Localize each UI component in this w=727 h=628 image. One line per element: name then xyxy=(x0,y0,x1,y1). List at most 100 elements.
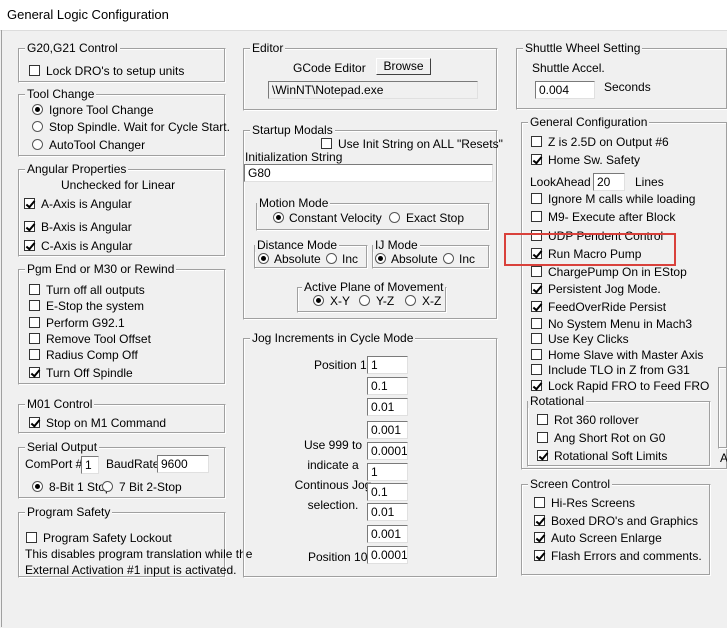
gcode-editor-label: GCode Editor xyxy=(293,61,366,75)
turn-off-spindle-checkbox[interactable] xyxy=(29,367,40,378)
lock-rapid-fro-checkbox[interactable] xyxy=(531,380,542,391)
jog-position-7[interactable]: 0.1 xyxy=(367,483,408,501)
jog-position-8[interactable]: 0.01 xyxy=(367,503,408,521)
flash-errors-checkbox[interactable] xyxy=(534,550,545,561)
turn-off-outputs-label: Turn off all outputs xyxy=(46,283,145,297)
home-safety-checkbox[interactable] xyxy=(531,154,542,165)
window-title: General Logic Configuration xyxy=(7,7,169,22)
jog-position-9[interactable]: 0.001 xyxy=(367,525,408,543)
constant-velocity-radio[interactable] xyxy=(273,212,284,223)
include-tlo-checkbox[interactable] xyxy=(531,364,542,375)
ang-short-rot-checkbox[interactable] xyxy=(537,432,548,443)
comport-field[interactable]: 1 xyxy=(81,456,99,474)
safety-desc-line1: This disables program translation while … xyxy=(25,547,253,561)
jog-position-3[interactable]: 0.01 xyxy=(367,398,408,416)
jog-help-line3: Continous Jog xyxy=(294,478,372,492)
home-slave-checkbox[interactable] xyxy=(531,349,542,360)
init-string-field[interactable]: G80 xyxy=(244,164,493,182)
ang-short-rot-label: Ang Short Rot on G0 xyxy=(554,431,666,445)
lookahead-field[interactable]: 20 xyxy=(593,173,625,191)
use-init-checkbox[interactable] xyxy=(321,138,332,149)
plane-xz-label: X-Z xyxy=(422,294,442,308)
chargepump-estop-checkbox[interactable] xyxy=(531,266,542,277)
home-slave-label: Home Slave with Master Axis xyxy=(548,348,704,362)
seconds-label: Seconds xyxy=(604,80,651,94)
browse-button[interactable]: Browse xyxy=(376,58,431,75)
ignore-tool-change-label: Ignore Tool Change xyxy=(49,103,154,117)
no-system-menu-label: No System Menu in Mach3 xyxy=(548,317,693,331)
lines-label: Lines xyxy=(635,175,664,189)
lock-dro-checkbox[interactable] xyxy=(29,65,40,76)
c-axis-checkbox[interactable] xyxy=(24,240,35,251)
stop-spindle-radio[interactable] xyxy=(32,121,43,132)
stop-m1-checkbox[interactable] xyxy=(29,417,40,428)
remove-tool-offset-checkbox[interactable] xyxy=(29,333,40,344)
plane-xz-radio[interactable] xyxy=(405,295,416,306)
ij-inc-radio[interactable] xyxy=(443,253,454,264)
auto-enlarge-checkbox[interactable] xyxy=(534,532,545,543)
title-bar: General Logic Configuration xyxy=(0,0,727,31)
estop-system-label: E-Stop the system xyxy=(46,299,145,313)
autotool-changer-radio[interactable] xyxy=(32,139,43,150)
z25d-label: Z is 2.5D on Output #6 xyxy=(548,135,669,149)
flash-errors-label: Flash Errors and comments. xyxy=(551,549,702,563)
constant-velocity-label: Constant Velocity xyxy=(289,211,382,225)
ignore-m-calls-checkbox[interactable] xyxy=(531,193,542,204)
jog-position-1[interactable]: 1 xyxy=(367,356,408,374)
jog-position-2[interactable]: 0.1 xyxy=(367,377,408,395)
use-key-clicks-checkbox[interactable] xyxy=(531,333,542,344)
plane-xy-label: X-Y xyxy=(330,294,351,308)
editor-legend: Editor xyxy=(250,41,286,55)
comport-label: ComPort # xyxy=(25,457,83,471)
active-plane-legend: Active Plane of Movement xyxy=(302,280,446,294)
jog-position-5[interactable]: 0.0001 xyxy=(367,442,408,460)
exact-stop-radio[interactable] xyxy=(389,212,400,223)
turn-off-outputs-checkbox[interactable] xyxy=(29,284,40,295)
rot-soft-limits-checkbox[interactable] xyxy=(537,450,548,461)
boxed-dro-checkbox[interactable] xyxy=(534,515,545,526)
persistent-jog-checkbox[interactable] xyxy=(531,283,542,294)
plane-xy-radio[interactable] xyxy=(313,295,324,306)
distance-mode-legend: Distance Mode xyxy=(255,238,340,252)
hi-res-checkbox[interactable] xyxy=(534,497,545,508)
estop-system-checkbox[interactable] xyxy=(29,300,40,311)
jog-legend: Jog Increments in Cycle Mode xyxy=(250,331,416,345)
plane-yz-radio[interactable] xyxy=(359,295,370,306)
8bit-radio[interactable] xyxy=(32,481,43,492)
radius-comp-off-checkbox[interactable] xyxy=(29,349,40,360)
persistent-jog-label: Persistent Jog Mode. xyxy=(548,282,661,296)
no-system-menu-checkbox[interactable] xyxy=(531,318,542,329)
rot-360-checkbox[interactable] xyxy=(537,414,548,425)
lock-dro-label: Lock DRO's to setup units xyxy=(46,64,185,78)
shuttle-accel-field[interactable]: 0.004 xyxy=(535,81,595,99)
highlight-box xyxy=(504,233,676,266)
pgm-end-legend: Pgm End or M30 or Rewind xyxy=(25,262,177,276)
baudrate-field[interactable]: 9600 xyxy=(157,455,209,473)
m9-execute-checkbox[interactable] xyxy=(531,211,542,222)
a-axis-checkbox[interactable] xyxy=(24,198,35,209)
distance-absolute-radio[interactable] xyxy=(258,253,269,264)
safety-legend: Program Safety xyxy=(25,505,113,519)
exact-stop-label: Exact Stop xyxy=(406,211,465,225)
7bit-radio[interactable] xyxy=(102,481,113,492)
z25d-checkbox[interactable] xyxy=(531,136,542,147)
jog-position-6[interactable]: 1 xyxy=(367,463,408,481)
jog-position-10[interactable]: 0.0001 xyxy=(367,546,408,564)
g20-legend: G20,G21 Control xyxy=(25,41,120,55)
feedoverride-persist-checkbox[interactable] xyxy=(531,301,542,312)
turn-off-spindle-label: Turn Off Spindle xyxy=(46,366,133,380)
safety-lockout-checkbox[interactable] xyxy=(26,532,37,543)
ij-absolute-radio[interactable] xyxy=(375,253,386,264)
editor-path-field[interactable]: \WinNT\Notepad.exe xyxy=(268,81,478,99)
jog-help-line2: indicate a xyxy=(307,458,359,472)
ij-mode-legend: IJ Mode xyxy=(373,238,420,252)
perform-g921-checkbox[interactable] xyxy=(29,317,40,328)
jog-position-4[interactable]: 0.001 xyxy=(367,421,408,439)
distance-absolute-label: Absolute xyxy=(274,252,321,266)
distance-inc-radio[interactable] xyxy=(326,253,337,264)
editor-group: Editor xyxy=(243,41,498,111)
ignore-tool-change-radio[interactable] xyxy=(32,104,43,115)
lookahead-label: LookAhead xyxy=(530,175,591,189)
b-axis-checkbox[interactable] xyxy=(24,221,35,232)
include-tlo-label: Include TLO in Z from G31 xyxy=(548,363,690,377)
